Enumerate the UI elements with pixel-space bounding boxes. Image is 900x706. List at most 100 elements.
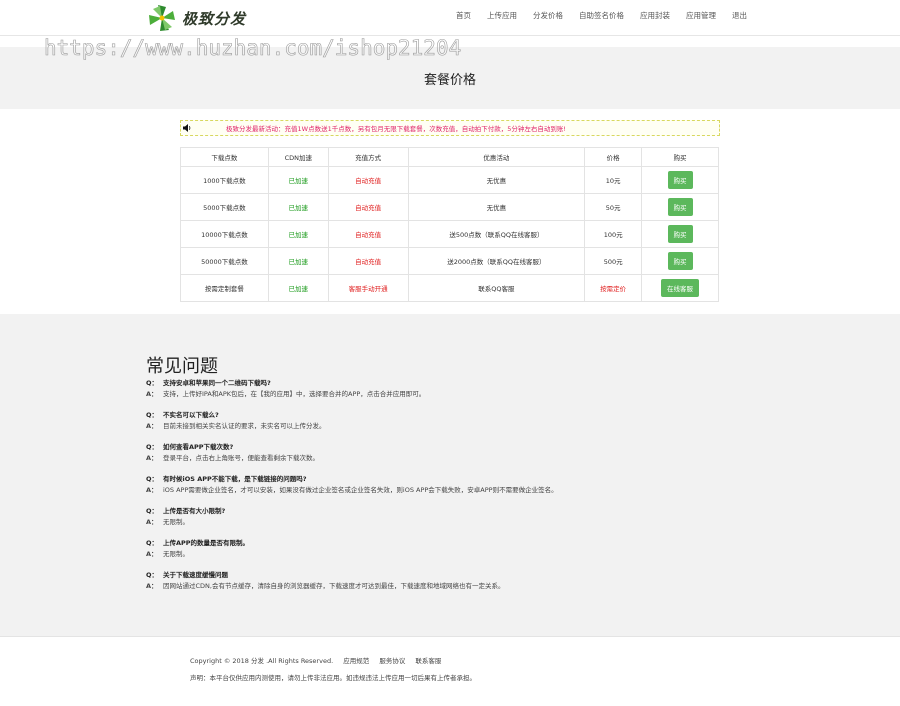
pinwheel-logo-icon bbox=[149, 5, 175, 31]
faq-answer: A： 支持，上传好IPA和APK包后，在【我的应用】中，选择要合并的APP，点击合… bbox=[146, 389, 766, 400]
cell-action: 购买 bbox=[641, 193, 719, 221]
cell-price: 100元 bbox=[584, 220, 643, 248]
cell-points: 10000下载点数 bbox=[180, 220, 269, 248]
faq-question: Q： 上传是否有大小限制? bbox=[146, 506, 766, 517]
buy-button[interactable]: 购买 bbox=[667, 225, 693, 243]
col-header-method: 充值方式 bbox=[327, 147, 409, 167]
answer-text: 无限制。 bbox=[163, 517, 189, 526]
nav-logout[interactable]: 退出 bbox=[732, 10, 747, 21]
cell-promo: 无优惠 bbox=[407, 193, 586, 221]
cell-price: 按需定价 bbox=[584, 274, 643, 302]
price-table: 下载点数 CDN加速 充值方式 优惠活动 价格 购买 1000下载点数 已加速 … bbox=[180, 147, 719, 302]
buy-button[interactable]: 购买 bbox=[667, 198, 693, 216]
speaker-icon bbox=[183, 124, 191, 132]
nav-distribution-price[interactable]: 分发价格 bbox=[533, 10, 563, 21]
faq-item: Q： 上传是否有大小限制? A： 无限制。 bbox=[146, 506, 766, 538]
cell-action: 购买 bbox=[641, 247, 719, 275]
online-support-button[interactable]: 在线客服 bbox=[661, 279, 700, 297]
footer-link-service-agreement[interactable]: 服务协议 bbox=[379, 657, 405, 665]
cell-price: 10元 bbox=[584, 166, 643, 194]
question-text: 不实名可以下载么? bbox=[163, 411, 219, 419]
faq-question: Q： 关于下载速度缓慢问题 bbox=[146, 570, 766, 581]
notice-text: 极致分发最新活动：充值1W点数送1千点数，另有包月无限下载套餐，次数充值，自动拍… bbox=[226, 125, 566, 133]
faq-answer: A： 无限制。 bbox=[146, 549, 766, 560]
copyright-text: Copyright © 2018 分发 .All Rights Reserved… bbox=[190, 657, 334, 665]
footer-link-contact-support[interactable]: 联系客服 bbox=[415, 657, 441, 665]
cell-price: 500元 bbox=[584, 247, 643, 275]
a-tag: A： bbox=[146, 549, 158, 558]
answer-text: 目前未接到相关实名认证的要求，未实名可以上传分发。 bbox=[163, 421, 326, 430]
cell-promo: 无优惠 bbox=[407, 166, 586, 194]
cell-promo: 联系QQ客服 bbox=[407, 274, 586, 302]
faq-list: Q： 支持安卓和苹果同一个二维码下载吗? A： 支持，上传好IPA和APK包后，在【… bbox=[146, 378, 766, 602]
q-tag: Q： bbox=[146, 443, 159, 451]
faq-item: Q： 支持安卓和苹果同一个二维码下载吗? A： 支持，上传好IPA和APK包后，在【… bbox=[146, 378, 766, 410]
table-row: 50000下载点数 已加速 自动充值 送2000点数（联系QQ在线客服） 500… bbox=[180, 247, 719, 275]
answer-text: 因网站通过CDN,会有节点缓存，清除自身的浏览器缓存，下载速度才可达到最佳，下载… bbox=[163, 581, 505, 590]
a-tag: A： bbox=[146, 485, 158, 494]
answer-text: iOS APP需要做企业签名，才可以安装，如果没有做过企业签名或企业签名失效，则… bbox=[163, 485, 558, 494]
footer-link-app-rules[interactable]: 应用规范 bbox=[343, 657, 369, 665]
nav-app-manage[interactable]: 应用管理 bbox=[686, 10, 716, 21]
table-row: 5000下载点数 已加速 自动充值 无优惠 50元 购买 bbox=[180, 193, 719, 221]
faq-answer: A： 因网站通过CDN,会有节点缓存，清除自身的浏览器缓存，下载速度才可达到最佳，… bbox=[146, 581, 766, 592]
nav-app-wrap[interactable]: 应用封装 bbox=[640, 10, 670, 21]
table-row: 1000下载点数 已加速 自动充值 无优惠 10元 购买 bbox=[180, 166, 719, 194]
answer-text: 支持，上传好IPA和APK包后，在【我的应用】中，选择要合并的APP，点击合并应… bbox=[163, 389, 426, 398]
faq-item: Q： 如何查看APP下载次数? A： 登录平台，点击右上角账号，便能查看剩余下载次数… bbox=[146, 442, 766, 474]
cell-action: 在线客服 bbox=[641, 274, 719, 302]
cell-cdn: 已加速 bbox=[267, 220, 329, 248]
cell-method: 自动充值 bbox=[327, 247, 409, 275]
buy-button[interactable]: 购买 bbox=[667, 171, 693, 189]
cell-points: 5000下载点数 bbox=[180, 193, 269, 221]
cell-cdn: 已加速 bbox=[267, 247, 329, 275]
cell-method: 客服手动开通 bbox=[327, 274, 409, 302]
disclaimer-text: 声明：本平台仅供应用内测使用，请勿上传非法应用。如违规违法上传应用一切后果有上传… bbox=[190, 674, 476, 682]
a-tag: A： bbox=[146, 453, 158, 462]
cell-cdn: 已加速 bbox=[267, 193, 329, 221]
page-title: 套餐价格 bbox=[423, 73, 476, 88]
buy-button[interactable]: 购买 bbox=[667, 252, 693, 270]
nav-upload-app[interactable]: 上传应用 bbox=[487, 10, 517, 21]
faq-question: Q： 不实名可以下载么? bbox=[146, 410, 766, 421]
nav-self-sign-price[interactable]: 自助签名价格 bbox=[579, 10, 624, 21]
brand-logo[interactable]: 极致分发 bbox=[146, 3, 246, 33]
table-row: 10000下载点数 已加速 自动充值 送500点数（联系QQ在线客服） 100元… bbox=[180, 220, 719, 248]
faq-answer: A： 登录平台，点击右上角账号，便能查看剩余下载次数。 bbox=[146, 453, 766, 464]
col-header-price: 价格 bbox=[584, 147, 643, 167]
col-header-cdn: CDN加速 bbox=[267, 147, 329, 167]
cell-points: 按需定制套餐 bbox=[180, 274, 269, 302]
q-tag: Q： bbox=[146, 539, 159, 547]
a-tag: A： bbox=[146, 389, 158, 398]
col-header-buy: 购买 bbox=[641, 147, 719, 167]
cell-promo: 送500点数（联系QQ在线客服） bbox=[407, 220, 586, 248]
col-header-promo: 优惠活动 bbox=[407, 147, 586, 167]
question-text: 关于下载速度缓慢问题 bbox=[163, 571, 228, 579]
cell-points: 1000下载点数 bbox=[180, 166, 269, 194]
faq-question: Q： 上传APP的数量是否有限制。 bbox=[146, 538, 766, 549]
question-text: 上传是否有大小限制? bbox=[163, 507, 226, 515]
answer-text: 登录平台，点击右上角账号，便能查看剩余下载次数。 bbox=[163, 453, 319, 462]
cell-action: 购买 bbox=[641, 166, 719, 194]
a-tag: A： bbox=[146, 517, 158, 526]
question-text: 有时候iOS APP不能下载，是下载链接的问题吗? bbox=[163, 475, 307, 483]
cell-cdn: 已加速 bbox=[267, 274, 329, 302]
faq-title: 常见问题 bbox=[146, 356, 218, 377]
table-header-row: 下载点数 CDN加速 充值方式 优惠活动 价格 购买 bbox=[180, 147, 719, 167]
nav-home[interactable]: 首页 bbox=[456, 10, 471, 21]
cell-method: 自动充值 bbox=[327, 220, 409, 248]
cell-cdn: 已加速 bbox=[267, 166, 329, 194]
top-navbar: 极致分发 首页 上传应用 分发价格 自助签名价格 应用封装 应用管理 退出 bbox=[0, 0, 900, 36]
q-tag: Q： bbox=[146, 507, 159, 515]
faq-answer: A： iOS APP需要做企业签名，才可以安装，如果没有做过企业签名或企业签名失效… bbox=[146, 485, 766, 496]
brand-name: 极致分发 bbox=[182, 9, 247, 28]
faq-item: Q： 有时候iOS APP不能下载，是下载链接的问题吗? A： iOS APP需要做… bbox=[146, 474, 766, 506]
faq-item: Q： 不实名可以下载么? A： 目前未接到相关实名认证的要求，未实名可以上传分发。 bbox=[146, 410, 766, 442]
q-tag: Q： bbox=[146, 379, 159, 387]
cell-points: 50000下载点数 bbox=[180, 247, 269, 275]
cell-price: 50元 bbox=[584, 193, 643, 221]
q-tag: Q： bbox=[146, 571, 159, 579]
faq-item: Q： 上传APP的数量是否有限制。 A： 无限制。 bbox=[146, 538, 766, 570]
faq-question: Q： 如何查看APP下载次数? bbox=[146, 442, 766, 453]
col-header-points: 下载点数 bbox=[180, 147, 269, 167]
